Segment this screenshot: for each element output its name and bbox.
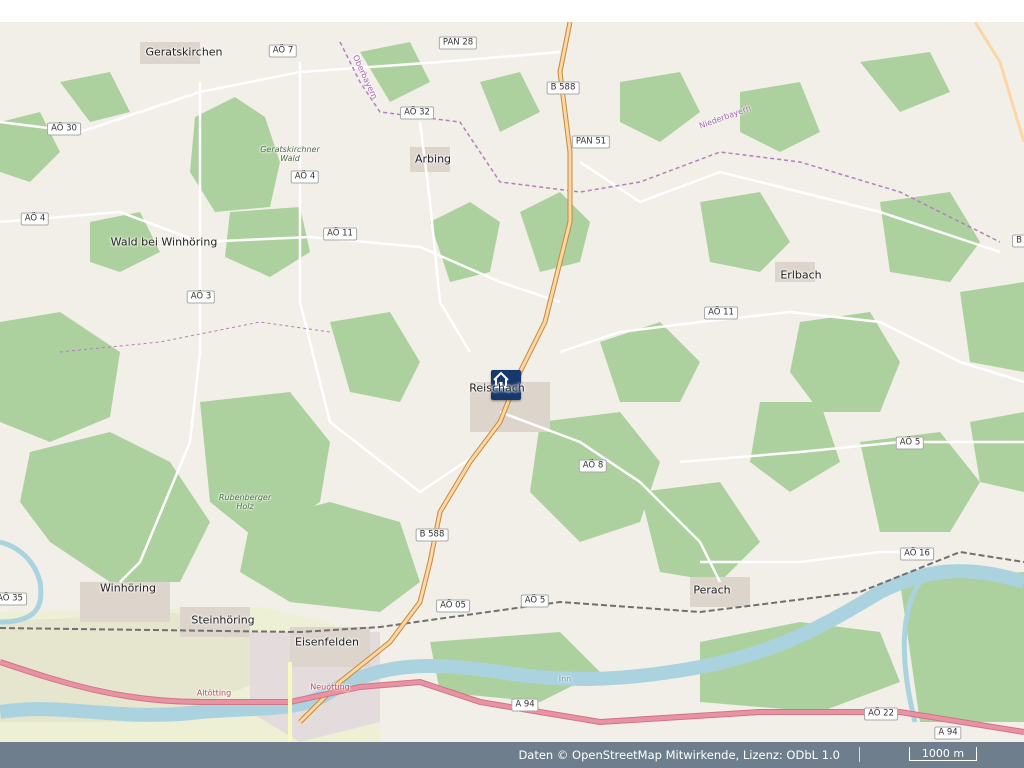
road-shield: AÖ 4 [290, 170, 320, 184]
road-shield: A 94 [934, 726, 962, 740]
road-shield: AÖ 16 [900, 547, 934, 561]
place-label: Eisenfelden [295, 635, 359, 649]
road-shield: PAN 28 [438, 36, 478, 50]
road-shield: AÖ 11 [704, 306, 738, 320]
attribution-text[interactable]: Daten © OpenStreetMap Mitwirkende, Lizen… [518, 748, 840, 762]
road-shield: AÖ 3 [186, 290, 216, 304]
road-shield: AÖ 35 [0, 592, 27, 606]
road-shield: AÖ 11 [323, 227, 357, 241]
marker-label: Reischach [469, 381, 525, 395]
road-shield: PAN 51 [571, 135, 611, 149]
road-shield: AÖ 4 [20, 212, 50, 226]
place-label: Geratskirchen [145, 45, 223, 59]
road-shield: B 588 [415, 528, 449, 542]
place-label: Altötting [196, 688, 232, 698]
road-shield: AÖ 5 [895, 436, 925, 450]
map-canvas[interactable]: Geratskirchen Arbing Wald bei Winhöring … [0, 22, 1024, 742]
place-label: Wald bei Winhöring [110, 235, 218, 249]
place-label: Steinhöring [191, 613, 255, 627]
footer-divider [859, 747, 860, 762]
scale-bar: 1000 m [909, 747, 977, 761]
map-footer: Daten © OpenStreetMap Mitwirkende, Lizen… [0, 742, 1024, 768]
place-label: Perach [693, 583, 731, 597]
road-shield: B 588 [546, 81, 580, 95]
road-shield: AÖ 05 [436, 599, 470, 613]
place-label: Arbing [414, 152, 452, 166]
road-shield: AÖ 30 [47, 122, 81, 136]
river-label: Inn [558, 674, 572, 684]
road-shield: AÖ 8 [578, 459, 608, 473]
forest-label: Geratskirchner Wald [260, 145, 320, 163]
road-shield: AÖ 7 [268, 44, 298, 58]
forest-label: Rubenberger Holz [218, 493, 272, 511]
road-shield: AÖ 32 [400, 106, 434, 120]
road-shield: AÖ 5 [520, 594, 550, 608]
road-shield: A 94 [511, 698, 539, 712]
road-shield: B [1012, 234, 1024, 248]
place-label: Erlbach [780, 268, 822, 282]
place-label: Winhöring [100, 581, 156, 595]
road-shield: AÖ 22 [864, 707, 898, 721]
place-label: Neuötting [310, 682, 350, 692]
